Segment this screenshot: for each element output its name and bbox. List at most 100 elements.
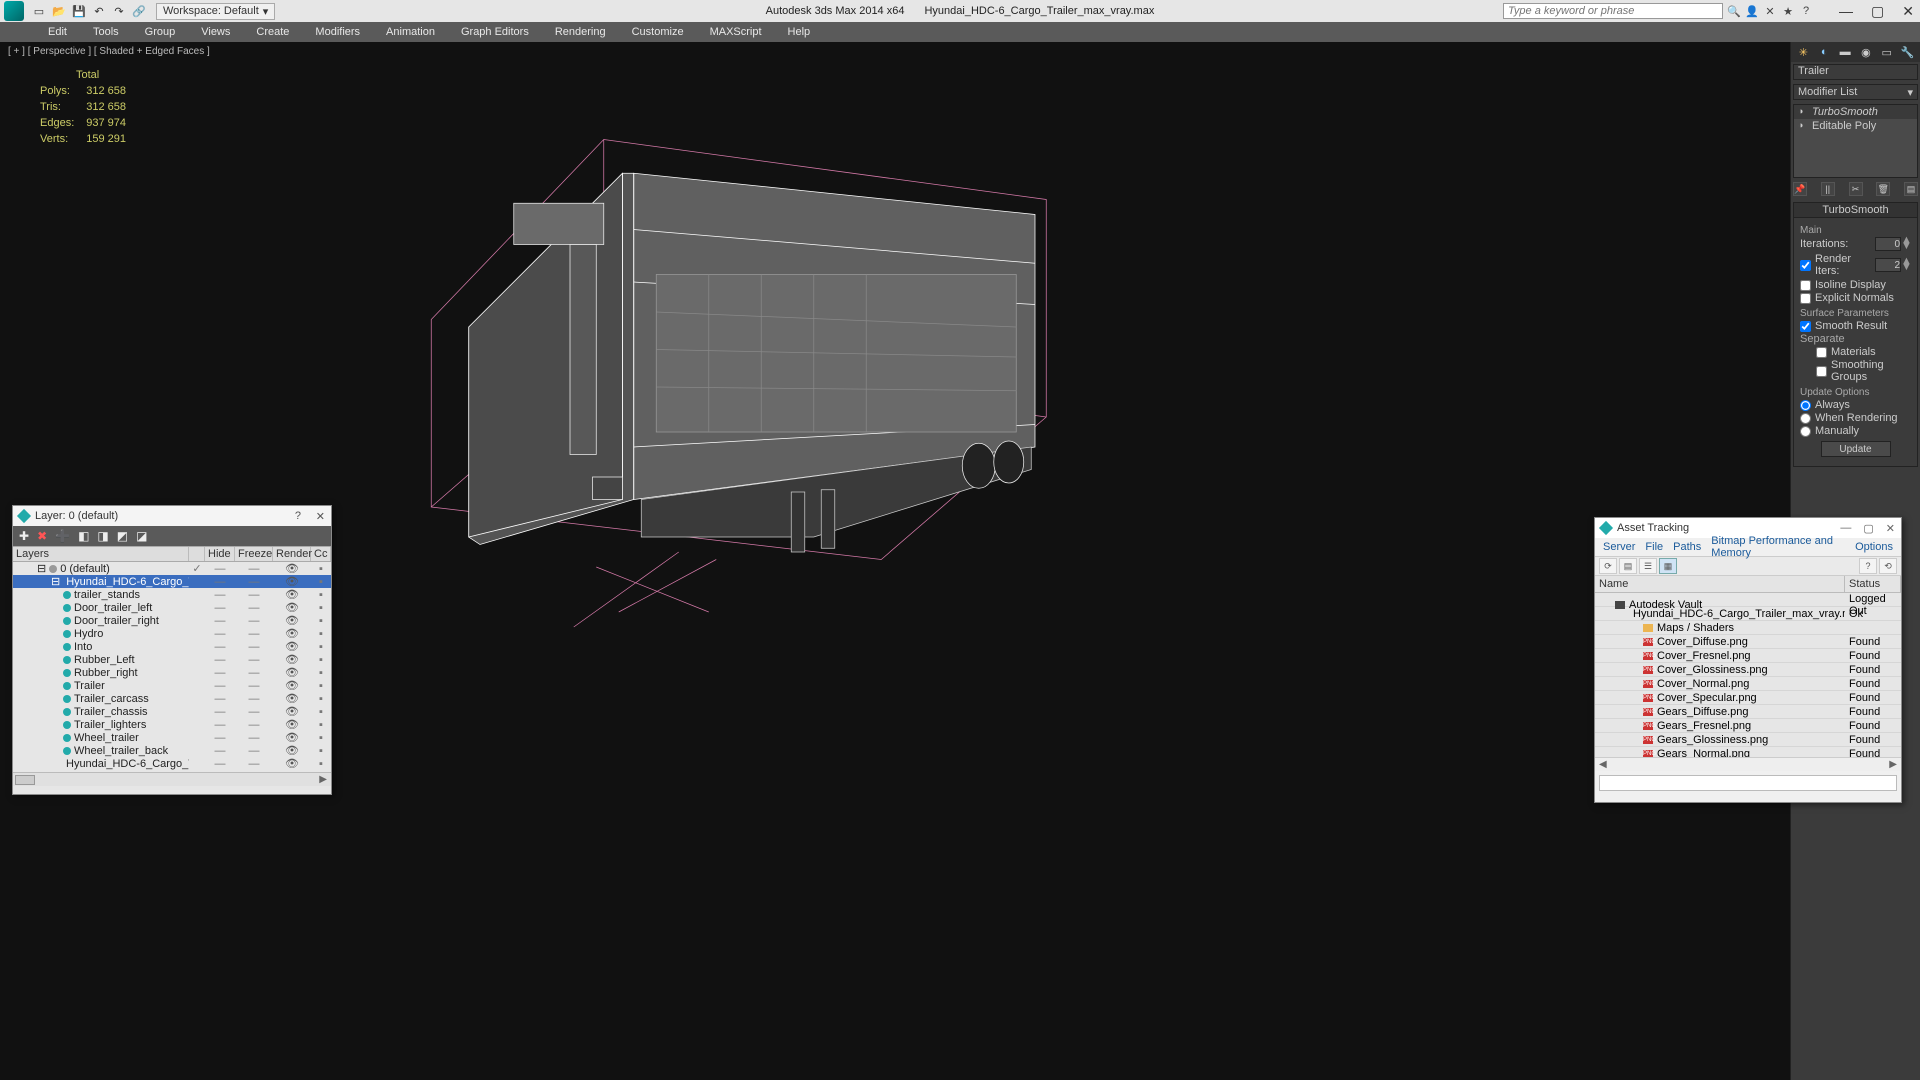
exchange-icon[interactable]: ✕ — [1763, 4, 1777, 18]
asset-row[interactable]: PNGGears_Normal.pngFound — [1595, 747, 1901, 757]
layer-row[interactable]: Rubber_Left——👁▪ — [13, 653, 331, 666]
asset-tree-icon[interactable]: ▤ — [1619, 558, 1637, 574]
close-button[interactable]: ✕ — [1902, 3, 1914, 20]
select-layer-icon[interactable]: ◨ — [97, 529, 108, 543]
layer-row[interactable]: trailer_stands——👁▪ — [13, 588, 331, 601]
viewport-label[interactable]: [ + ] [ Perspective ] [ Shaded + Edged F… — [8, 46, 210, 57]
layer-col-layers[interactable]: Layers — [13, 547, 189, 561]
asset-row[interactable]: PNGCover_Diffuse.pngFound — [1595, 635, 1901, 649]
favorite-icon[interactable]: ★ — [1781, 4, 1795, 18]
layer-dialog-titlebar[interactable]: Layer: 0 (default) ? ✕ — [13, 506, 331, 526]
layer-col-current[interactable] — [189, 547, 205, 561]
layer-row[interactable]: Trailer_lighters——👁▪ — [13, 718, 331, 731]
asset-row[interactable]: PNGCover_Fresnel.pngFound — [1595, 649, 1901, 663]
menu-rendering[interactable]: Rendering — [543, 24, 618, 40]
asset-menu-options[interactable]: Options — [1851, 541, 1897, 553]
asset-row[interactable]: Hyundai_HDC-6_Cargo_Trailer_max_vray.max… — [1595, 607, 1901, 621]
asset-menu-bitmap[interactable]: Bitmap Performance and Memory — [1707, 535, 1849, 559]
layer-dialog-help-button[interactable]: ? — [295, 510, 301, 522]
make-unique-icon[interactable]: ✂ — [1849, 182, 1863, 196]
modifier-stack[interactable]: TurboSmooth Editable Poly — [1793, 104, 1918, 178]
menu-maxscript[interactable]: MAXScript — [698, 24, 774, 40]
modifier-list[interactable]: Modifier List ▾ — [1793, 84, 1918, 100]
menu-tools[interactable]: Tools — [81, 24, 131, 40]
modify-tab-icon[interactable]: ◐ — [1817, 45, 1831, 59]
minimize-button[interactable]: — — [1839, 3, 1853, 20]
layer-row[interactable]: Into——👁▪ — [13, 640, 331, 653]
modifier-editable-poly[interactable]: Editable Poly — [1794, 119, 1917, 133]
layer-row[interactable]: Wheel_trailer_back——👁▪ — [13, 744, 331, 757]
app-icon[interactable] — [4, 1, 24, 21]
smoothing-groups-checkbox[interactable] — [1816, 366, 1827, 377]
asset-table-icon[interactable]: ▦ — [1659, 558, 1677, 574]
layer-col-hide[interactable]: Hide — [205, 547, 235, 561]
layer-dialog-close-button[interactable]: ✕ — [316, 510, 325, 523]
utilities-tab-icon[interactable]: 🔧 — [1901, 45, 1915, 59]
menu-animation[interactable]: Animation — [374, 24, 447, 40]
search-input[interactable] — [1503, 3, 1723, 19]
pin-stack-icon[interactable]: 📌 — [1793, 182, 1807, 196]
asset-scrollbar[interactable]: ◀▶ — [1595, 757, 1901, 771]
update-always-radio[interactable] — [1800, 400, 1811, 411]
open-icon[interactable]: 📂 — [50, 2, 68, 20]
layer-row[interactable]: Hydro——👁▪ — [13, 627, 331, 640]
menu-help[interactable]: Help — [776, 24, 823, 40]
save-icon[interactable]: 💾 — [70, 2, 88, 20]
hierarchy-tab-icon[interactable]: ▬ — [1838, 45, 1852, 59]
menu-views[interactable]: Views — [189, 24, 242, 40]
asset-dialog-close[interactable]: ✕ — [1886, 522, 1895, 535]
object-name-field[interactable]: Trailer — [1793, 64, 1918, 80]
iterations-input[interactable] — [1875, 237, 1901, 251]
asset-highlight-icon[interactable]: ? — [1859, 558, 1877, 574]
asset-menu-server[interactable]: Server — [1599, 541, 1639, 553]
display-tab-icon[interactable]: ▭ — [1880, 45, 1894, 59]
materials-checkbox[interactable] — [1816, 347, 1827, 358]
modifier-turbosmooth[interactable]: TurboSmooth — [1794, 105, 1917, 119]
layer-row-selected[interactable]: ⊟ Hyundai_HDC-6_Cargo_Trailer ——👁▪ — [13, 575, 331, 588]
asset-row[interactable]: PNGGears_Glossiness.pngFound — [1595, 733, 1901, 747]
layer-row[interactable]: Door_trailer_right——👁▪ — [13, 614, 331, 627]
search-icon[interactable]: 🔍 — [1727, 4, 1741, 18]
update-button[interactable]: Update — [1821, 441, 1891, 457]
asset-refresh-icon[interactable]: ⟳ — [1599, 558, 1617, 574]
explicit-checkbox[interactable] — [1800, 293, 1811, 304]
asset-status-bar[interactable] — [1599, 775, 1897, 791]
update-rendering-radio[interactable] — [1800, 413, 1811, 424]
add-to-layer-icon[interactable]: ➕ — [55, 529, 70, 543]
menu-edit[interactable]: Edit — [36, 24, 79, 40]
menu-customize[interactable]: Customize — [620, 24, 696, 40]
isoline-checkbox[interactable] — [1800, 280, 1811, 291]
layer-row[interactable]: Wheel_trailer——👁▪ — [13, 731, 331, 744]
asset-row[interactable]: PNGGears_Fresnel.pngFound — [1595, 719, 1901, 733]
delete-layer-icon[interactable]: ✖ — [37, 529, 47, 543]
asset-dialog-maximize[interactable]: ▢ — [1863, 522, 1873, 535]
layer-list[interactable]: ⊟ 0 (default) ✓——👁▪ ⊟ Hyundai_HDC-6_Carg… — [13, 562, 331, 772]
show-end-result-icon[interactable]: || — [1821, 182, 1835, 196]
freeze-layer-icon[interactable]: ◪ — [136, 529, 147, 543]
rollout-header[interactable]: TurboSmooth — [1794, 203, 1917, 218]
hide-layer-icon[interactable]: ◩ — [117, 529, 128, 543]
asset-menu-paths[interactable]: Paths — [1669, 541, 1705, 553]
new-layer-icon[interactable]: ✚ — [19, 529, 29, 543]
asset-col-status[interactable]: Status — [1845, 576, 1901, 592]
menu-graph-editors[interactable]: Graph Editors — [449, 24, 541, 40]
asset-menu-file[interactable]: File — [1641, 541, 1667, 553]
asset-list-icon[interactable]: ☰ — [1639, 558, 1657, 574]
asset-status-icon[interactable]: ⟲ — [1879, 558, 1897, 574]
asset-row[interactable]: PNGGears_Diffuse.pngFound — [1595, 705, 1901, 719]
layer-scrollbar[interactable]: ▶ — [13, 772, 331, 786]
configure-sets-icon[interactable]: ▤ — [1904, 182, 1918, 196]
asset-row[interactable]: Autodesk VaultLogged Out — [1595, 593, 1901, 607]
layer-row[interactable]: Rubber_right——👁▪ — [13, 666, 331, 679]
redo-icon[interactable]: ↷ — [110, 2, 128, 20]
layer-row[interactable]: Trailer_carcass——👁▪ — [13, 692, 331, 705]
signin-icon[interactable]: 👤 — [1745, 4, 1759, 18]
layer-row[interactable]: Trailer_chassis——👁▪ — [13, 705, 331, 718]
undo-icon[interactable]: ↶ — [90, 2, 108, 20]
link-icon[interactable]: 🔗 — [130, 2, 148, 20]
create-tab-icon[interactable]: ✳ — [1796, 45, 1810, 59]
select-objects-icon[interactable]: ◧ — [78, 529, 89, 543]
maximize-button[interactable]: ▢ — [1871, 3, 1884, 20]
update-manually-radio[interactable] — [1800, 426, 1811, 437]
layer-row[interactable]: Door_trailer_left——👁▪ — [13, 601, 331, 614]
